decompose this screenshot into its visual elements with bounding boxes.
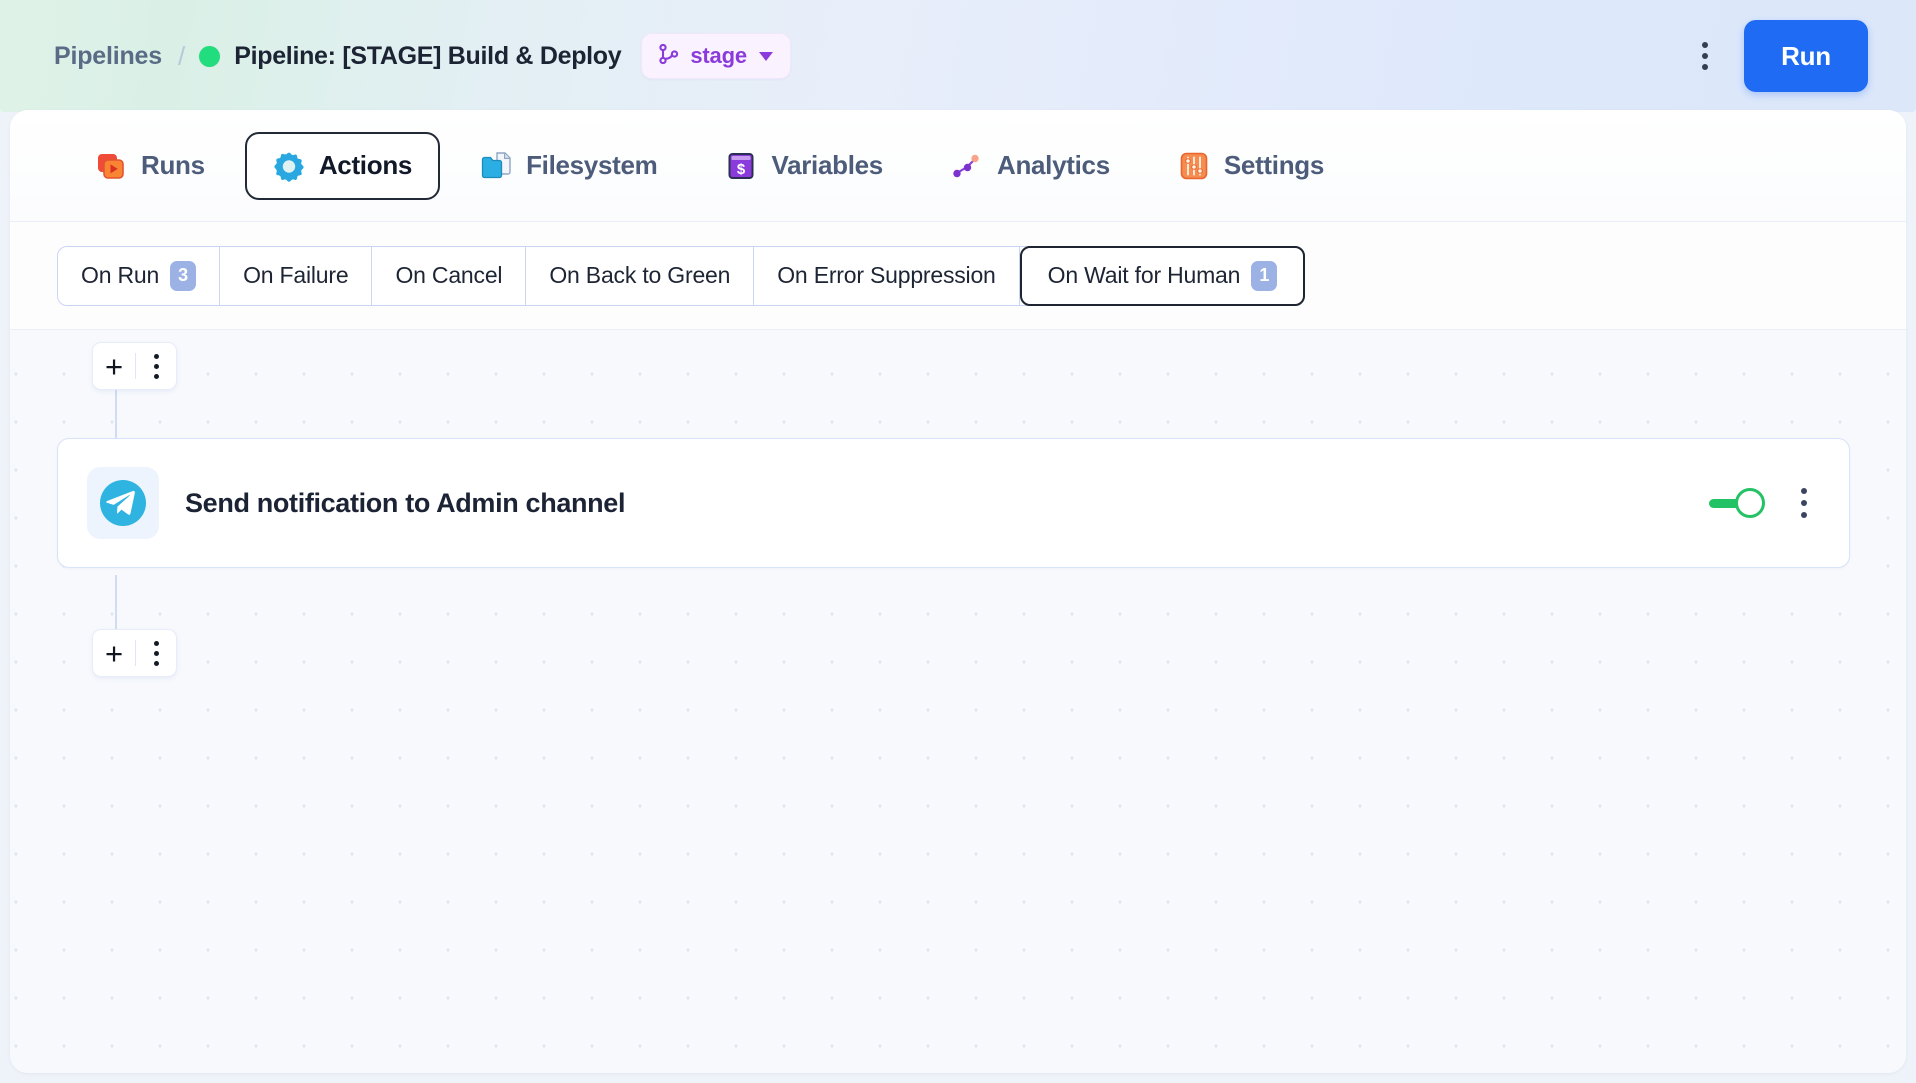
runs-icon bbox=[95, 150, 127, 182]
kebab-icon-bottom[interactable] bbox=[136, 630, 176, 676]
action-card-title: Send notification to Admin channel bbox=[185, 487, 626, 518]
action-enabled-toggle[interactable] bbox=[1709, 488, 1765, 518]
branch-label: stage bbox=[690, 43, 747, 68]
event-tab-on-failure-label: On Failure bbox=[243, 262, 349, 288]
event-segmented-control: On Run 3 On Failure On Cancel On Back to… bbox=[57, 245, 1306, 306]
variables-icon: $ bbox=[725, 150, 757, 182]
breadcrumb: Pipelines / Pipeline: [STAGE] Build & De… bbox=[54, 33, 791, 79]
git-branch-icon bbox=[657, 42, 681, 71]
telegram-icon bbox=[87, 467, 159, 539]
toggle-knob bbox=[1735, 488, 1765, 518]
tab-actions-label: Actions bbox=[318, 150, 413, 180]
page-title: Pipeline: [STAGE] Build & Deploy bbox=[234, 41, 622, 70]
event-tab-on-cancel[interactable]: On Cancel bbox=[372, 246, 527, 305]
event-tab-on-wait-for-human[interactable]: On Wait for Human 1 bbox=[1019, 245, 1306, 306]
branch-selector[interactable]: stage bbox=[641, 33, 791, 79]
action-card[interactable]: Send notification to Admin channel bbox=[57, 438, 1850, 568]
event-tab-on-error-suppression[interactable]: On Error Suppression bbox=[754, 246, 1020, 305]
tab-analytics[interactable]: Analytics bbox=[923, 132, 1138, 200]
add-icon-top[interactable]: + bbox=[93, 343, 135, 389]
add-action-button-top[interactable]: + bbox=[92, 342, 177, 390]
event-tab-on-wait-for-human-label: On Wait for Human bbox=[1047, 262, 1241, 288]
main-panel: Runs Actions Filesystem $ Variables Anal… bbox=[10, 110, 1906, 1073]
primary-tab-bar: Runs Actions Filesystem $ Variables Anal… bbox=[10, 110, 1906, 222]
event-tab-on-wait-for-human-badge: 1 bbox=[1251, 260, 1278, 291]
tab-settings-label: Settings bbox=[1223, 150, 1325, 180]
run-button[interactable]: Run bbox=[1744, 20, 1868, 92]
event-tab-on-back-to-green-label: On Back to Green bbox=[549, 262, 731, 288]
tab-variables-label: Variables bbox=[771, 150, 883, 180]
connector-line-top bbox=[115, 390, 117, 445]
event-tab-on-run-label: On Run bbox=[81, 262, 160, 288]
connector-line-bottom bbox=[115, 575, 117, 632]
actions-canvas[interactable]: + Send notification to Admin channel + bbox=[10, 330, 1906, 1073]
action-card-controls bbox=[1709, 482, 1815, 524]
event-tab-bar: On Run 3 On Failure On Cancel On Back to… bbox=[10, 222, 1906, 330]
action-card-kebab-icon[interactable] bbox=[1793, 482, 1815, 524]
tab-runs-label: Runs bbox=[141, 150, 205, 180]
tab-analytics-label: Analytics bbox=[996, 150, 1110, 180]
tab-settings[interactable]: Settings bbox=[1150, 132, 1352, 200]
breadcrumb-root-link[interactable]: Pipelines bbox=[54, 42, 162, 71]
event-tab-on-back-to-green[interactable]: On Back to Green bbox=[526, 246, 755, 305]
event-tab-on-failure[interactable]: On Failure bbox=[220, 246, 373, 305]
event-tab-on-run-badge: 3 bbox=[170, 260, 197, 291]
actions-icon bbox=[273, 150, 305, 182]
tab-actions[interactable]: Actions bbox=[244, 131, 441, 200]
kebab-icon-top[interactable] bbox=[136, 343, 176, 389]
event-tab-on-error-suppression-label: On Error Suppression bbox=[777, 262, 996, 288]
event-tab-on-run[interactable]: On Run 3 bbox=[58, 246, 221, 305]
tab-runs[interactable]: Runs bbox=[67, 132, 233, 200]
analytics-icon bbox=[951, 150, 983, 182]
header-kebab-icon[interactable] bbox=[1692, 32, 1718, 80]
chevron-down-icon bbox=[758, 51, 773, 61]
svg-text:$: $ bbox=[737, 161, 746, 178]
pipeline-status-dot bbox=[199, 45, 221, 67]
add-icon-bottom[interactable]: + bbox=[93, 630, 135, 676]
breadcrumb-separator: / bbox=[177, 40, 186, 71]
tab-filesystem-label: Filesystem bbox=[526, 150, 658, 180]
tab-variables[interactable]: $ Variables bbox=[697, 132, 911, 200]
settings-icon bbox=[1178, 150, 1210, 182]
app-header: Pipelines / Pipeline: [STAGE] Build & De… bbox=[0, 0, 1916, 112]
tab-filesystem[interactable]: Filesystem bbox=[452, 132, 685, 200]
filesystem-icon bbox=[480, 150, 512, 182]
event-tab-on-cancel-label: On Cancel bbox=[395, 262, 503, 288]
header-actions: Run bbox=[1692, 20, 1868, 92]
add-action-button-bottom[interactable]: + bbox=[92, 629, 177, 677]
